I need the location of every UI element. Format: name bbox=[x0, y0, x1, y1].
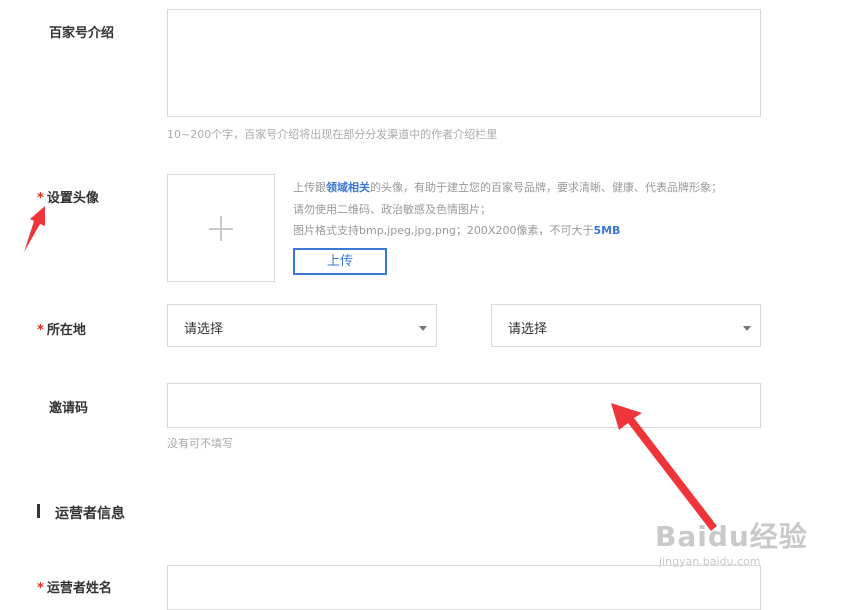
intro-textarea[interactable] bbox=[167, 9, 761, 117]
city-select-value: 请选择 bbox=[508, 322, 548, 337]
domain-related-link[interactable]: 领域相关 bbox=[326, 181, 370, 194]
avatar-guideline-1-suffix: 的头像，有助于建立您的百家号品牌，要求清晰、健康、代表品牌形象； bbox=[370, 181, 722, 194]
watermark-url-text: jingyan.baidu.com bbox=[659, 555, 761, 568]
avatar-guideline-3-prefix: 图片格式支持bmp,jpeg,jpg,png；200X200像素，不可大于 bbox=[293, 224, 594, 237]
operator-section-title: 运营者信息 bbox=[55, 506, 125, 522]
location-label: * 所在地 bbox=[37, 319, 86, 338]
arrow-icon-avatar bbox=[24, 206, 45, 252]
operator-name-label-text: 运营者姓名 bbox=[46, 581, 112, 596]
required-asterisk: * bbox=[37, 323, 44, 338]
section-marker bbox=[37, 504, 40, 518]
required-asterisk: * bbox=[37, 581, 44, 596]
intro-hint: 10~200个字，百家号介绍将出现在部分分发渠道中的作者介绍栏里 bbox=[167, 128, 498, 141]
location-label-text: 所在地 bbox=[46, 323, 86, 338]
city-select[interactable]: 请选择 bbox=[491, 304, 761, 347]
avatar-guideline-2: 请勿使用二维码、政治敏感及色情图片； bbox=[293, 203, 491, 216]
avatar-guideline-1-prefix: 上传跟 bbox=[293, 181, 326, 194]
baidu-jingyan-watermark: Baidu经验 jingyan.baidu.com bbox=[655, 515, 808, 568]
operator-name-input[interactable] bbox=[167, 565, 761, 610]
avatar-guideline-1: 上传跟领域相关的头像，有助于建立您的百家号品牌，要求清晰、健康、代表品牌形象； bbox=[293, 179, 722, 195]
invite-hint: 没有可不填写 bbox=[167, 437, 233, 450]
province-select[interactable]: 请选择 bbox=[167, 304, 437, 347]
invite-label: 邀请码 bbox=[49, 401, 89, 416]
plus-icon-vertical bbox=[220, 216, 222, 241]
chevron-down-icon bbox=[419, 326, 427, 331]
upload-button[interactable]: 上传 bbox=[293, 248, 387, 275]
required-asterisk: * bbox=[37, 191, 44, 206]
watermark-main-text: Baidu经验 bbox=[655, 520, 808, 553]
avatar-label: * 设置头像 bbox=[37, 187, 99, 206]
intro-label: 百家号介绍 bbox=[49, 26, 115, 41]
size-limit: 5MB bbox=[593, 224, 621, 237]
avatar-guideline-3: 图片格式支持bmp,jpeg,jpg,png；200X200像素，不可大于5MB bbox=[293, 222, 620, 238]
invite-code-input[interactable] bbox=[167, 383, 761, 428]
avatar-label-text: 设置头像 bbox=[46, 191, 99, 206]
chevron-down-icon bbox=[743, 326, 751, 331]
province-select-value: 请选择 bbox=[184, 322, 224, 337]
operator-name-label: * 运营者姓名 bbox=[37, 577, 112, 596]
